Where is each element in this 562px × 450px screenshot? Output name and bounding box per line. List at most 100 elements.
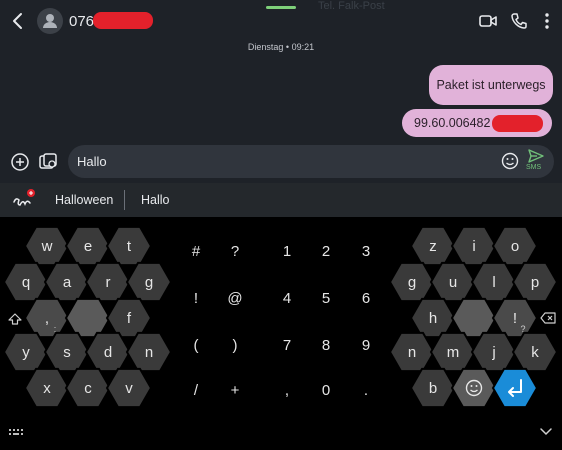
hex-key[interactable]: a — [43, 261, 91, 303]
symbol-key[interactable]: 6 — [351, 290, 381, 307]
hex-key[interactable]: u — [429, 261, 477, 303]
symbol-key[interactable]: ! — [181, 290, 211, 307]
hex-key[interactable]: z — [409, 225, 457, 267]
hex-key-label: u — [449, 274, 457, 291]
hex-key[interactable]: w — [23, 225, 71, 267]
hex-key[interactable]: x — [23, 367, 71, 409]
hex-key[interactable]: k — [511, 331, 559, 373]
hex-key[interactable]: ,: — [23, 297, 71, 339]
redaction-mark — [93, 12, 153, 29]
hex-key-label: d — [104, 344, 112, 361]
hex-key[interactable]: v — [105, 367, 153, 409]
hex-key-label: p — [531, 274, 539, 291]
hex-key[interactable]: f — [105, 297, 153, 339]
symbol-key[interactable]: 7 — [272, 337, 302, 354]
hex-key[interactable]: t — [105, 225, 153, 267]
phone-call-icon[interactable] — [508, 10, 530, 32]
hex-key-label: w — [41, 238, 53, 255]
ghost-contact-text: Tel. Falk-Post — [318, 0, 385, 12]
hex-key[interactable]: y — [2, 331, 50, 373]
send-icon[interactable] — [527, 148, 545, 164]
symbol-key[interactable]: 8 — [311, 337, 341, 354]
symbol-key[interactable]: ) — [220, 337, 250, 354]
emoji-hex-key[interactable] — [450, 367, 498, 409]
hex-key-label: n — [145, 344, 153, 361]
symbol-key[interactable]: + — [220, 382, 250, 399]
hex-key[interactable]: h — [409, 297, 457, 339]
symbol-key[interactable]: 0 — [311, 382, 341, 399]
enter-hex-key[interactable] — [491, 367, 539, 409]
hex-key-blank[interactable] — [450, 297, 498, 339]
shift-icon[interactable] — [6, 311, 24, 327]
symbol-key[interactable]: # — [181, 243, 211, 260]
hex-key[interactable]: g — [125, 261, 173, 303]
hex-key[interactable]: n — [388, 331, 436, 373]
hex-key[interactable]: e — [64, 225, 112, 267]
hex-key[interactable]: p — [511, 261, 559, 303]
symbol-key[interactable]: 4 — [272, 290, 302, 307]
right-hex-keyboard: z i o g u l p h !? n m j k b — [388, 225, 559, 409]
hex-key-label: l — [492, 274, 495, 291]
hex-key[interactable]: s — [43, 331, 91, 373]
hex-key-label: c — [84, 380, 92, 397]
symbol-key[interactable]: 3 — [351, 243, 381, 260]
symbol-key[interactable]: 9 — [351, 337, 381, 354]
hex-key-label: g — [145, 274, 153, 291]
symbol-key[interactable]: ( — [181, 337, 211, 354]
hex-key-label: g — [408, 274, 416, 291]
drag-handle[interactable] — [266, 6, 296, 9]
hex-key-label: j — [491, 344, 495, 361]
suggestion-item[interactable]: Hallo — [141, 193, 170, 207]
hex-key[interactable]: l — [470, 261, 518, 303]
hex-key-label: v — [125, 380, 133, 397]
hex-key[interactable]: d — [84, 331, 132, 373]
gallery-icon[interactable] — [37, 151, 59, 173]
symbol-key[interactable]: 5 — [311, 290, 341, 307]
hex-key[interactable]: i — [450, 225, 498, 267]
send-sms-label[interactable]: SMS — [526, 164, 541, 171]
message-bubble[interactable]: Paket ist unterwegs — [429, 65, 553, 105]
symbol-key[interactable]: 2 — [311, 243, 341, 260]
hex-key-label: s — [63, 344, 71, 361]
symbol-key[interactable]: ? — [220, 243, 250, 260]
hex-key[interactable]: !? — [491, 297, 539, 339]
hex-key-label: m — [447, 344, 460, 361]
keyboard-logo-icon[interactable] — [11, 188, 37, 212]
keyboard-settings-icon[interactable] — [7, 426, 25, 440]
symbol-key[interactable]: . — [351, 382, 381, 399]
hex-key[interactable]: r — [84, 261, 132, 303]
hide-keyboard-icon[interactable] — [537, 424, 555, 440]
hex-key[interactable]: m — [429, 331, 477, 373]
symbol-key[interactable]: , — [272, 382, 302, 399]
backspace-icon[interactable] — [538, 310, 558, 326]
emoji-icon[interactable] — [500, 151, 520, 171]
hex-key-label: k — [531, 344, 539, 361]
contact-avatar[interactable] — [37, 8, 63, 34]
video-call-icon[interactable] — [477, 10, 499, 32]
hex-key-label: z — [429, 238, 437, 255]
back-arrow-icon[interactable] — [6, 9, 30, 33]
add-attachment-icon[interactable] — [9, 151, 31, 173]
hex-key[interactable]: c — [64, 367, 112, 409]
hex-key[interactable]: g — [388, 261, 436, 303]
hex-key-label: h — [429, 310, 437, 327]
symbol-key[interactable]: @ — [220, 290, 250, 307]
hex-key-label: n — [408, 344, 416, 361]
hex-key-blank[interactable] — [64, 297, 112, 339]
hex-key[interactable]: q — [2, 261, 50, 303]
redaction-mark — [492, 115, 543, 132]
symbol-key[interactable]: / — [181, 382, 211, 399]
suggestion-divider — [124, 190, 125, 210]
hex-key-label: a — [63, 274, 72, 291]
suggestion-item[interactable]: Halloween — [55, 193, 113, 207]
message-input-text[interactable]: Hallo — [77, 154, 107, 169]
hex-key[interactable]: n — [125, 331, 173, 373]
more-options-icon[interactable] — [537, 10, 557, 32]
hex-key[interactable]: j — [470, 331, 518, 373]
hex-key[interactable]: o — [491, 225, 539, 267]
hex-key[interactable]: b — [409, 367, 457, 409]
hex-key-label: , — [45, 310, 49, 327]
contact-number[interactable]: 076 — [69, 13, 94, 30]
symbol-key[interactable]: 1 — [272, 243, 302, 260]
message-input[interactable] — [68, 145, 554, 178]
